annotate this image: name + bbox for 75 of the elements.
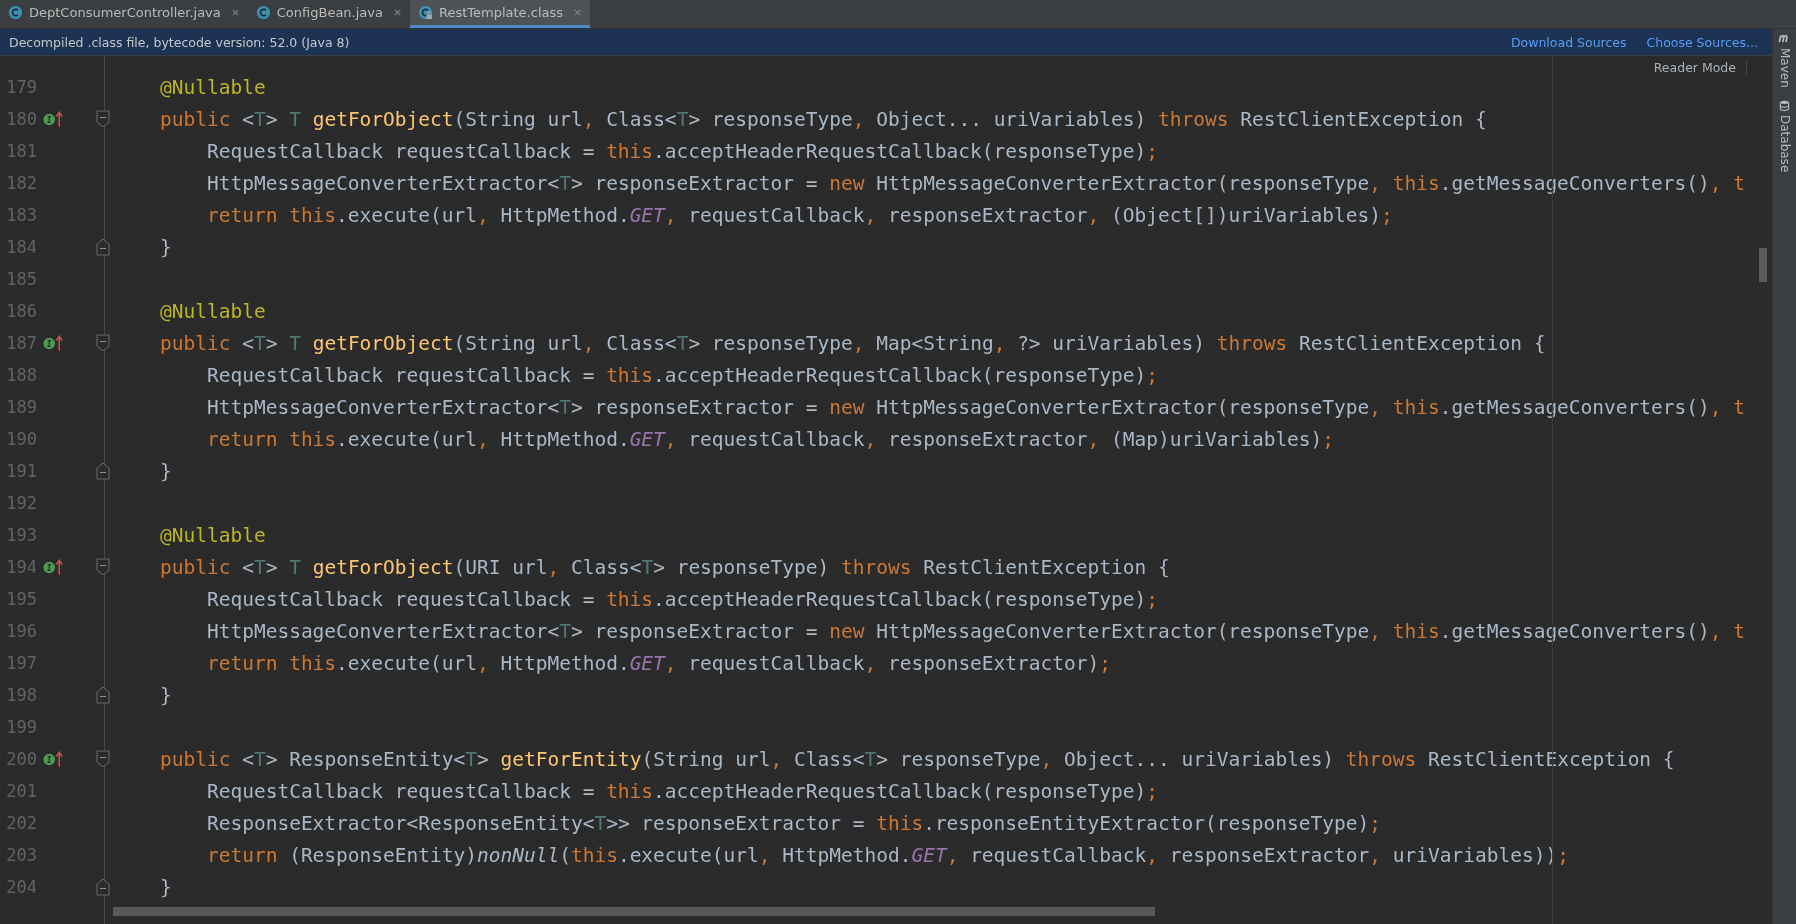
line-number: 183 bbox=[5, 205, 37, 225]
line-number: 197 bbox=[5, 653, 37, 673]
code-line: @Nullable bbox=[159, 523, 266, 547]
implements-override-icon[interactable] bbox=[43, 750, 64, 768]
maven-icon bbox=[1778, 33, 1791, 44]
line-number: 186 bbox=[5, 301, 37, 321]
line-number: 191 bbox=[5, 461, 37, 481]
line-number: 187 bbox=[5, 333, 37, 353]
code-line: @Nullable bbox=[159, 75, 266, 99]
tool-window-button[interactable]: Database bbox=[1777, 99, 1792, 173]
code-line: ResponseExtractor<ResponseEntity<T>> responseExtractor = this.responseEntityExtractor(responseType); bbox=[205, 811, 1381, 835]
banner-link[interactable]: Choose Sources... bbox=[1646, 34, 1758, 50]
implements-override-icon[interactable] bbox=[43, 558, 64, 576]
code-line: HttpMessageConverterExtractor<T> responseExtractor = new HttpMessageConverterExtractor(responseType, this.getMessageConverters(), t bbox=[205, 619, 1745, 643]
banner-link[interactable]: Download Sources bbox=[1510, 34, 1627, 50]
close-icon[interactable] bbox=[393, 8, 402, 17]
line-number: 179 bbox=[5, 77, 37, 97]
code-line: return this.execute(url, HttpMethod.GET, requestCallback, responseExtractor, (Map)uriVariables); bbox=[205, 427, 1335, 451]
line-number: 185 bbox=[5, 269, 37, 289]
fold-marker-icon[interactable] bbox=[96, 238, 110, 256]
editor-tab[interactable]: ConfigBean.java bbox=[247, 0, 410, 28]
code-line: RequestCallback requestCallback = this.acceptHeaderRequestCallback(responseType); bbox=[205, 587, 1158, 611]
line-number: 201 bbox=[5, 781, 37, 801]
code-line: } bbox=[159, 459, 172, 483]
fold-marker-icon[interactable] bbox=[96, 110, 110, 128]
tool-window-button[interactable]: Maven bbox=[1777, 33, 1792, 88]
database-icon bbox=[1778, 99, 1791, 111]
code-line: return this.execute(url, HttpMethod.GET, requestCallback, responseExtractor); bbox=[205, 651, 1111, 675]
code-line: } bbox=[159, 875, 172, 899]
line-number: 194 bbox=[5, 557, 37, 577]
line-number: 199 bbox=[5, 717, 37, 737]
implements-override-icon[interactable] bbox=[43, 334, 64, 352]
line-number: 182 bbox=[5, 173, 37, 193]
line-number: 195 bbox=[5, 589, 37, 609]
code-line: return (ResponseEntity)nonNull(this.execute(url, HttpMethod.GET, requestCallback, responseExtractor, uriVariables)); bbox=[205, 843, 1569, 867]
line-number: 192 bbox=[5, 493, 37, 513]
line-number: 193 bbox=[5, 525, 37, 545]
code-line: RequestCallback requestCallback = this.acceptHeaderRequestCallback(responseType); bbox=[205, 363, 1158, 387]
code-line: public <T> T getForObject(String url, Class<T> responseType, Object... uriVariables) throws RestClientException { bbox=[159, 107, 1487, 131]
code-line: public <T> T getForObject(String url, Class<T> responseType, Map<String, ?> uriVariables) throws RestClientException { bbox=[159, 331, 1546, 355]
line-number: 189 bbox=[5, 397, 37, 417]
fold-marker-icon[interactable] bbox=[96, 462, 110, 480]
line-number: 196 bbox=[5, 621, 37, 641]
line-number: 180 bbox=[5, 109, 37, 129]
line-number: 181 bbox=[5, 141, 37, 161]
code-line: public <T> T getForObject(URI url, Class<T> responseType) throws RestClientException { bbox=[159, 555, 1170, 579]
line-number: 200 bbox=[5, 749, 37, 769]
close-icon[interactable] bbox=[230, 8, 240, 17]
editor-tab[interactable]: RestTemplate.class bbox=[410, 0, 591, 28]
editor-tab[interactable]: DeptConsumerController.java bbox=[0, 0, 248, 28]
line-number: 202 bbox=[5, 813, 37, 833]
code-line: HttpMessageConverterExtractor<T> responseExtractor = new HttpMessageConverterExtractor(responseType, this.getMessageConverters(), t bbox=[205, 395, 1745, 419]
code-line: @Nullable bbox=[159, 299, 266, 323]
line-number: 188 bbox=[5, 365, 37, 385]
line-number: 190 bbox=[5, 429, 37, 449]
line-number: 184 bbox=[5, 237, 37, 257]
code-line: } bbox=[159, 683, 172, 707]
fold-marker-icon[interactable] bbox=[96, 878, 110, 896]
code-line: RequestCallback requestCallback = this.acceptHeaderRequestCallback(responseType); bbox=[205, 779, 1158, 803]
code-line: RequestCallback requestCallback = this.acceptHeaderRequestCallback(responseType); bbox=[205, 139, 1158, 163]
code-line: } bbox=[159, 235, 172, 259]
fold-marker-icon[interactable] bbox=[96, 686, 110, 704]
line-number: 204 bbox=[5, 877, 37, 897]
fold-marker-icon[interactable] bbox=[96, 334, 110, 352]
implements-override-icon[interactable] bbox=[43, 110, 64, 128]
line-number: 203 bbox=[5, 845, 37, 865]
vertical-scrollbar[interactable] bbox=[1759, 248, 1767, 282]
code-line: return this.execute(url, HttpMethod.GET, requestCallback, responseExtractor, (Object[])uriVariables); bbox=[205, 203, 1393, 227]
code-line: HttpMessageConverterExtractor<T> responseExtractor = new HttpMessageConverterExtractor(responseType, this.getMessageConverters(), t bbox=[205, 171, 1745, 195]
code-line: public <T> ResponseEntity<T> getForEntity(String url, Class<T> responseType, Object... uriVariables) throws RestClientException { bbox=[159, 747, 1675, 771]
fold-marker-icon[interactable] bbox=[96, 558, 110, 576]
banner-message: Decompiled .class file, bytecode version: 52.0 (Java 8) bbox=[9, 34, 350, 50]
line-number: 198 bbox=[5, 685, 37, 705]
fold-marker-icon[interactable] bbox=[96, 750, 110, 768]
horizontal-scrollbar[interactable] bbox=[113, 907, 1155, 916]
